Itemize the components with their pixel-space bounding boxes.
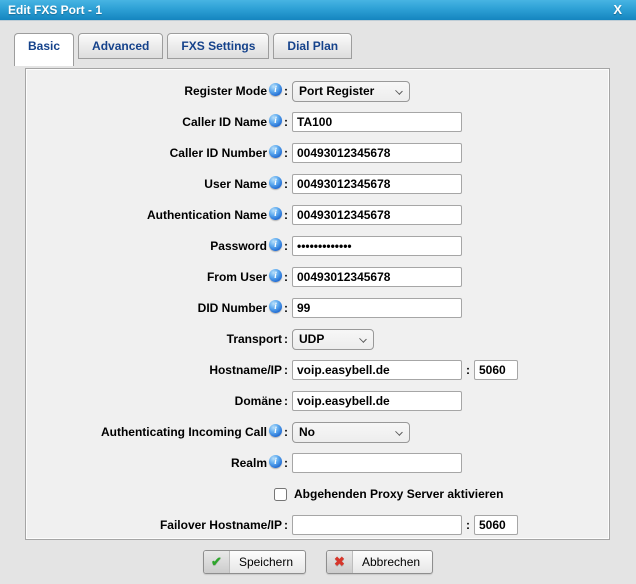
register-mode-label: Register Mode: [184, 84, 267, 98]
form-row-authenticating-incoming-call: Authenticating Incoming Call i : No: [26, 420, 609, 444]
domain-input[interactable]: [292, 391, 462, 411]
password-input[interactable]: [292, 236, 462, 256]
authentication-name-label: Authentication Name: [147, 208, 267, 222]
password-label: Password: [210, 239, 267, 253]
colon: :: [284, 239, 288, 253]
colon: :: [284, 332, 288, 346]
colon: :: [284, 363, 288, 377]
check-icon: ✔: [204, 551, 230, 573]
register-mode-select[interactable]: Port Register: [292, 81, 410, 102]
save-button[interactable]: ✔ Speichern: [203, 550, 306, 574]
form-row-from-user: From User i :: [26, 265, 609, 289]
form-row-domain: Domäne :: [26, 389, 609, 413]
caller-id-number-label: Caller ID Number: [170, 146, 267, 160]
hostname-input[interactable]: [292, 360, 462, 380]
cancel-button-label: Abbrechen: [353, 555, 432, 569]
did-number-label: DID Number: [198, 301, 267, 315]
form-row-did-number: DID Number i :: [26, 296, 609, 320]
tab-fxs-settings[interactable]: FXS Settings: [167, 33, 269, 59]
hostname-port-input[interactable]: [474, 360, 518, 380]
info-icon[interactable]: i: [269, 145, 282, 158]
form-row-hostname: Hostname/IP : :: [26, 358, 609, 382]
form-row-transport: Transport : UDP: [26, 327, 609, 351]
close-icon[interactable]: X: [613, 2, 622, 17]
form-row-caller-id-name: Caller ID Name i :: [26, 110, 609, 134]
info-icon[interactable]: i: [269, 114, 282, 127]
tab-basic[interactable]: Basic: [14, 33, 74, 66]
form-row-failover-hostname: Failover Hostname/IP : :: [26, 513, 609, 537]
colon: :: [284, 115, 288, 129]
from-user-input[interactable]: [292, 267, 462, 287]
realm-input[interactable]: [292, 453, 462, 473]
info-icon[interactable]: i: [269, 207, 282, 220]
outbound-proxy-checkbox[interactable]: [274, 488, 287, 501]
save-button-label: Speichern: [230, 555, 305, 569]
did-number-input[interactable]: [292, 298, 462, 318]
from-user-label: From User: [207, 270, 267, 284]
colon: :: [284, 270, 288, 284]
cancel-button[interactable]: ✖ Abbrechen: [326, 550, 433, 574]
colon: :: [284, 146, 288, 160]
form-row-password: Password i :: [26, 234, 609, 258]
info-icon[interactable]: i: [269, 424, 282, 437]
dialog-title: Edit FXS Port - 1: [0, 3, 102, 17]
failover-hostname-label: Failover Hostname/IP: [160, 518, 282, 532]
colon: :: [284, 208, 288, 222]
cross-icon: ✖: [327, 551, 353, 573]
tab-dial-plan[interactable]: Dial Plan: [273, 33, 352, 59]
basic-tab-panel: Register Mode i : Port Register Caller I…: [25, 68, 610, 540]
form-row-outbound-proxy: Abgehenden Proxy Server aktivieren: [26, 482, 609, 506]
user-name-label: User Name: [204, 177, 267, 191]
form-row-register-mode: Register Mode i : Port Register: [26, 79, 609, 103]
colon: :: [284, 177, 288, 191]
info-icon[interactable]: i: [269, 455, 282, 468]
outbound-proxy-label: Abgehenden Proxy Server aktivieren: [294, 487, 503, 501]
port-separator: :: [466, 363, 470, 377]
colon: :: [284, 518, 288, 532]
tab-bar: Basic Advanced FXS Settings Dial Plan: [14, 33, 356, 66]
domain-label: Domäne: [235, 394, 282, 408]
port-separator: :: [466, 518, 470, 532]
transport-label: Transport: [227, 332, 282, 346]
colon: :: [284, 456, 288, 470]
failover-hostname-input[interactable]: [292, 515, 462, 535]
form-row-authentication-name: Authentication Name i :: [26, 203, 609, 227]
authenticating-incoming-call-label: Authenticating Incoming Call: [101, 425, 267, 439]
info-icon[interactable]: i: [269, 176, 282, 189]
colon: :: [284, 84, 288, 98]
info-icon[interactable]: i: [269, 238, 282, 251]
info-icon[interactable]: i: [269, 269, 282, 282]
colon: :: [284, 301, 288, 315]
transport-select[interactable]: UDP: [292, 329, 374, 350]
caller-id-name-input[interactable]: [292, 112, 462, 132]
dialog-titlebar: Edit FXS Port - 1 X: [0, 0, 636, 21]
authentication-name-input[interactable]: [292, 205, 462, 225]
caller-id-number-input[interactable]: [292, 143, 462, 163]
caller-id-name-label: Caller ID Name: [182, 115, 267, 129]
tab-advanced[interactable]: Advanced: [78, 33, 163, 59]
colon: :: [284, 425, 288, 439]
form-row-caller-id-number: Caller ID Number i :: [26, 141, 609, 165]
info-icon[interactable]: i: [269, 300, 282, 313]
hostname-label: Hostname/IP: [209, 363, 282, 377]
dialog-button-bar: ✔ Speichern ✖ Abbrechen: [0, 550, 636, 574]
form-row-user-name: User Name i :: [26, 172, 609, 196]
failover-port-input[interactable]: [474, 515, 518, 535]
colon: :: [284, 394, 288, 408]
info-icon[interactable]: i: [269, 83, 282, 96]
realm-label: Realm: [231, 456, 267, 470]
authenticating-incoming-call-select[interactable]: No: [292, 422, 410, 443]
form-row-realm: Realm i :: [26, 451, 609, 475]
user-name-input[interactable]: [292, 174, 462, 194]
